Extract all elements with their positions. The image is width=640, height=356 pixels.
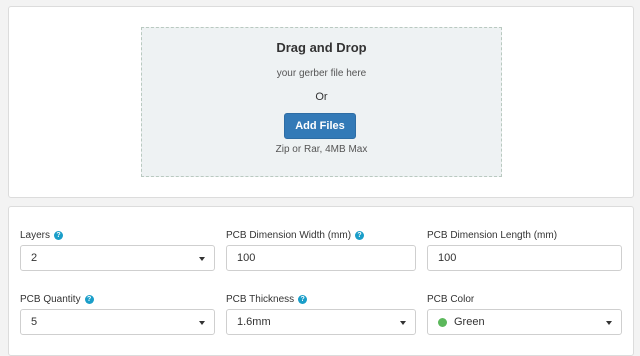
thickness-value: 1.6mm xyxy=(237,316,271,328)
dropzone-or-text: Or xyxy=(315,91,328,103)
gerber-dropzone[interactable]: Drag and Drop your gerber file here Or A… xyxy=(141,27,502,177)
caret-down-icon xyxy=(400,321,406,325)
layers-value: 2 xyxy=(31,252,38,264)
width-label-text: PCB Dimension Width (mm) xyxy=(226,230,352,241)
color-label: PCB Color xyxy=(427,294,474,305)
caret-down-icon xyxy=(199,257,205,261)
layers-select[interactable]: 2 xyxy=(20,245,215,271)
thickness-label: PCB Thickness ? xyxy=(226,294,308,305)
width-label: PCB Dimension Width (mm) ? xyxy=(226,230,365,241)
upload-panel: Drag and Drop your gerber file here Or A… xyxy=(8,6,634,198)
length-label-text: PCB Dimension Length (mm) xyxy=(427,230,558,241)
caret-down-icon xyxy=(606,321,612,325)
add-files-button[interactable]: Add Files xyxy=(284,113,356,139)
color-select[interactable]: Green xyxy=(427,309,622,335)
quantity-label: PCB Quantity ? xyxy=(20,294,94,305)
layers-label-text: Layers xyxy=(20,230,51,241)
dropzone-title: Drag and Drop xyxy=(276,40,367,55)
color-value: Green xyxy=(454,316,485,328)
green-swatch-icon xyxy=(438,317,447,327)
dropzone-subtitle: your gerber file here xyxy=(276,68,367,79)
length-value: 100 xyxy=(438,252,457,264)
pcb-options-panel: Layers ? 2 PCB Dimension Width (mm) ? 10… xyxy=(8,206,634,356)
layers-help-icon[interactable]: ? xyxy=(54,231,64,240)
length-input[interactable]: 100 xyxy=(427,245,622,271)
quantity-label-text: PCB Quantity xyxy=(20,294,81,305)
quantity-help-icon[interactable]: ? xyxy=(84,295,94,304)
width-help-icon[interactable]: ? xyxy=(355,231,365,240)
color-label-text: PCB Color xyxy=(427,294,475,305)
width-input[interactable]: 100 xyxy=(226,245,416,271)
thickness-select[interactable]: 1.6mm xyxy=(226,309,416,335)
caret-down-icon xyxy=(199,321,205,325)
width-value: 100 xyxy=(237,252,256,264)
thickness-help-icon[interactable]: ? xyxy=(298,295,308,304)
thickness-label-text: PCB Thickness xyxy=(226,294,295,305)
dropzone-hint: Zip or Rar, 4MB Max xyxy=(275,144,368,155)
length-label: PCB Dimension Length (mm) xyxy=(427,230,557,241)
quantity-select[interactable]: 5 xyxy=(20,309,215,335)
quantity-value: 5 xyxy=(31,316,38,328)
layers-label: Layers ? xyxy=(20,230,64,241)
